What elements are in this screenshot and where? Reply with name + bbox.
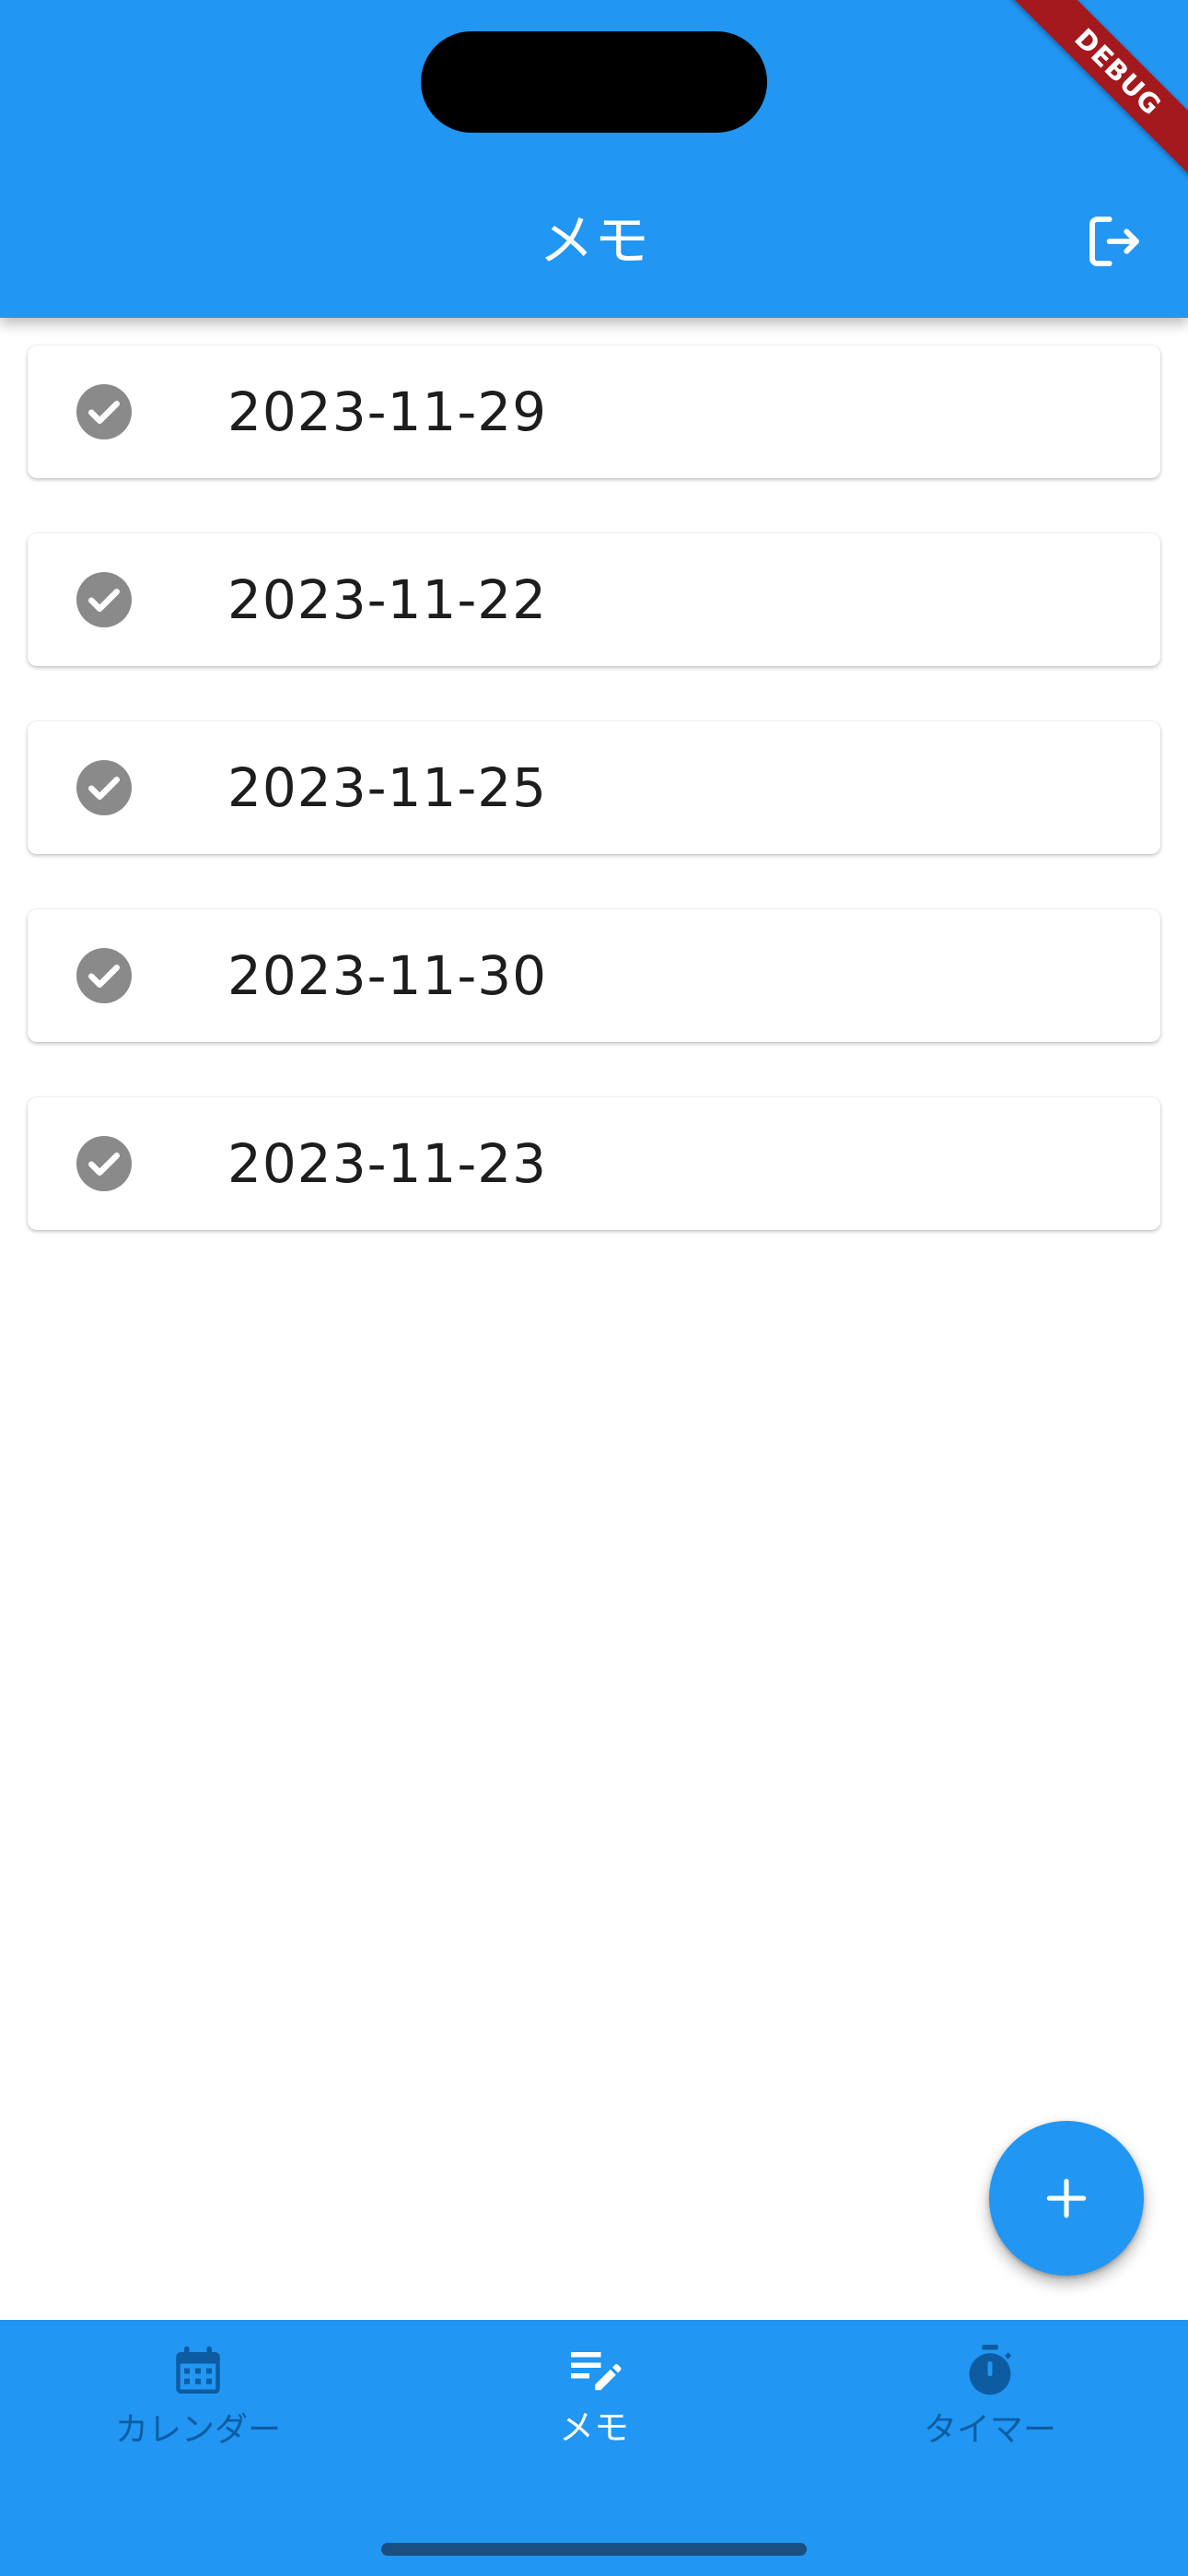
- memo-screen: メモ DEBUG 2023-11-29 2023-11-22 2023-11-2…: [0, 0, 1188, 2576]
- memo-date: 2023-11-23: [227, 1132, 548, 1195]
- check-circle-icon[interactable]: [76, 760, 132, 815]
- home-indicator: [381, 2543, 807, 2556]
- memo-list-item[interactable]: 2023-11-22: [28, 533, 1160, 666]
- bottom-nav: カレンダー メモ タイマー: [0, 2320, 1188, 2576]
- check-circle-icon[interactable]: [76, 384, 132, 439]
- check-circle-icon[interactable]: [76, 1136, 132, 1191]
- logout-button[interactable]: [1077, 205, 1151, 278]
- memo-list-item[interactable]: 2023-11-29: [28, 345, 1160, 478]
- check-circle-icon[interactable]: [76, 572, 132, 627]
- memo-date: 2023-11-25: [227, 756, 548, 819]
- memo-list-item[interactable]: 2023-11-30: [28, 909, 1160, 1042]
- dynamic-island: [421, 31, 767, 133]
- nav-item-calendar[interactable]: カレンダー: [0, 2320, 396, 2476]
- edit-note-icon: [571, 2352, 622, 2391]
- memo-date: 2023-11-30: [227, 944, 548, 1007]
- memo-list-item[interactable]: 2023-11-25: [28, 721, 1160, 854]
- memo-list-item[interactable]: 2023-11-23: [28, 1097, 1160, 1230]
- calendar-icon: [176, 2346, 220, 2394]
- nav-label-memo: メモ: [558, 2407, 629, 2448]
- add-memo-button[interactable]: [989, 2121, 1144, 2276]
- nav-item-timer[interactable]: タイマー: [792, 2320, 1188, 2476]
- plus-icon: [1046, 2178, 1087, 2219]
- memo-list: 2023-11-29 2023-11-22 2023-11-25 2023-11…: [28, 345, 1160, 1285]
- debug-label: DEBUG: [1004, 0, 1188, 184]
- memo-date: 2023-11-29: [227, 381, 548, 443]
- memo-date: 2023-11-22: [227, 568, 548, 631]
- debug-banner: DEBUG: [1004, 0, 1188, 184]
- logout-icon: [1089, 217, 1139, 266]
- check-circle-icon[interactable]: [76, 948, 132, 1003]
- timer-icon: [969, 2345, 1012, 2395]
- page-title: メモ: [539, 209, 649, 274]
- nav-label-timer: タイマー: [923, 2411, 1056, 2449]
- nav-label-calendar: カレンダー: [114, 2411, 281, 2449]
- nav-item-memo[interactable]: メモ: [396, 2320, 792, 2476]
